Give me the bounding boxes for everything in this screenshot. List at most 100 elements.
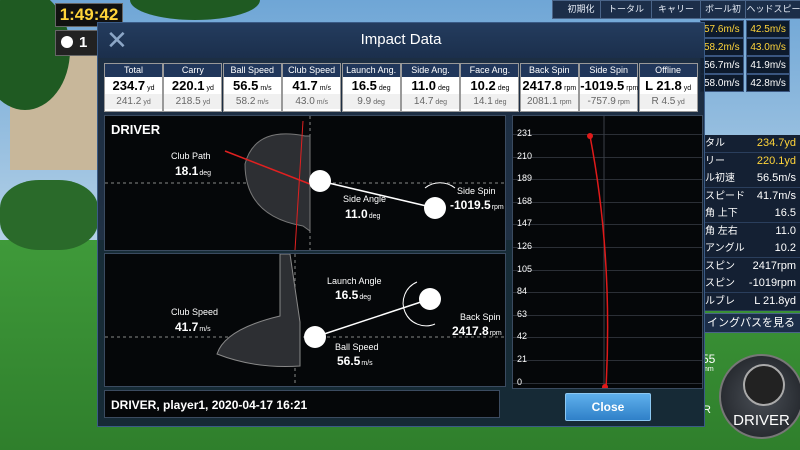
side-data-row: 角 左右 11.0: [703, 222, 800, 241]
stat-previous: 2081.1 rpm: [520, 94, 578, 109]
stat-header: Total: [105, 64, 162, 77]
trajectory-panel: 231 210 189 168 147 126 105 84 63 42 21 0: [512, 115, 703, 389]
side-data-row: ル初速 56.5m/s: [703, 170, 800, 188]
stat-header: Side Spin: [580, 64, 638, 77]
side-data-value: 220.1yd: [756, 154, 796, 167]
speed-row: 57.6m/s 42.5m/s: [700, 20, 790, 38]
side-data-row: 角 上下 16.5: [703, 205, 800, 223]
stat-current: 220.1 yd: [171, 78, 214, 93]
side-data-label: スピン: [705, 260, 735, 272]
golf-ball-end: [424, 197, 446, 219]
side-angle-value: 11.0deg: [345, 207, 381, 221]
stat-header: Side Ang.: [402, 64, 459, 77]
close-button[interactable]: Close: [565, 393, 651, 421]
side-data-row: スピン 2417rpm: [703, 257, 800, 276]
side-data-value: L 21.8yd: [754, 294, 796, 307]
stat-previous: 218.5 yd: [164, 94, 222, 109]
stat-current: 2417.8 rpm: [522, 78, 577, 93]
stat-previous: 14.7 deg: [402, 94, 459, 109]
stat-previous: R 4.5 yd: [639, 94, 697, 109]
club-path-panel: DRIVER Club Path 18.1deg Side Angle 11.0…: [104, 115, 506, 251]
stat-header: Offline: [639, 64, 697, 77]
side-data-value: 11.0: [775, 224, 796, 237]
stat-current: 16.5 deg: [351, 78, 391, 93]
side-spin-value: -1019.5rpm: [450, 198, 504, 212]
stat-current: 41.7 m/s: [292, 78, 331, 93]
launch-angle-value: 16.5deg: [335, 288, 372, 302]
club-speed-value: 41.7m/s: [175, 320, 211, 334]
stat-header: Carry: [164, 64, 222, 77]
tab-total[interactable]: トータル: [600, 0, 652, 19]
club-path-value: 18.1deg: [175, 164, 212, 178]
tab-head-speed[interactable]: ヘッドスピード: [745, 0, 800, 31]
stat-column: Back Spin 2417.8 rpm 2081.1 rpm: [519, 63, 579, 112]
driver-head-side: [216, 254, 301, 367]
tab-ball-speed[interactable]: ボール初速: [700, 0, 746, 31]
stat-previous: 241.2 yd: [105, 94, 162, 109]
club-select-label: DRIVER: [733, 412, 790, 429]
impact-stats-table: Total 234.7 yd 241.2 yd Carry 220.1 yd 218.5…: [104, 63, 698, 112]
side-data-row: リー 220.1yd: [703, 152, 800, 171]
golf-ball: [304, 326, 326, 348]
stat-column: Face Ang. 10.2 deg 14.1 deg: [460, 63, 520, 112]
side-data-label: 角 上下: [705, 208, 738, 219]
stat-column: Offline L 21.8 yd R 4.5 yd: [638, 63, 698, 112]
driver-club-icon: [743, 364, 785, 406]
trajectory-line: [587, 116, 609, 388]
landing-point: [587, 133, 593, 139]
tab-carry[interactable]: キャリー: [651, 0, 701, 19]
stat-header: Launch Ang.: [342, 64, 400, 77]
stat-column: Ball Speed 56.5 m/s 58.2 m/s: [222, 63, 282, 112]
stat-current: 11.0 deg: [411, 78, 450, 93]
stat-header: Face Ang.: [461, 64, 519, 77]
side-angle-label: Side Angle: [343, 194, 387, 204]
stat-header: Back Spin: [520, 64, 578, 77]
side-data-label: ル初速: [705, 173, 735, 184]
close-x-icon[interactable]: ✕: [106, 25, 136, 55]
stat-current: 56.5 m/s: [233, 78, 272, 93]
side-data-value: -1019rpm: [748, 277, 796, 289]
side-data-label: 角 左右: [705, 225, 738, 237]
side-data-value: 10.2: [774, 242, 796, 254]
modal-title: Impact Data: [98, 23, 704, 58]
bushes: [0, 180, 98, 250]
ball-icon: [61, 36, 73, 48]
side-data-value: 41.7m/s: [756, 189, 796, 202]
stat-previous: 58.2 m/s: [223, 94, 281, 109]
side-data-label: リー: [705, 155, 725, 167]
swing-path-button[interactable]: イングパスを見る: [700, 313, 800, 333]
stat-previous: -757.9 rpm: [580, 94, 638, 109]
ball-counter: 1: [55, 30, 102, 56]
side-data-value: 234.7yd: [756, 137, 796, 149]
stat-current: -1019.5 rpm: [580, 78, 639, 93]
stat-current: L 21.8 yd: [645, 78, 692, 93]
stat-column: Side Ang. 11.0 deg 14.7 deg: [401, 63, 460, 112]
side-data-row: アングル 10.2: [703, 240, 800, 258]
club-speed-label: Club Speed: [171, 307, 219, 317]
club-select-button[interactable]: DRIVER: [719, 354, 800, 439]
impact-data-modal: Impact Data ✕ Total 234.7 yd 241.2 yd Carry…: [97, 22, 705, 427]
side-data-row: ルブレ L 21.8yd: [703, 292, 800, 311]
stat-previous: 9.9 deg: [342, 94, 400, 109]
speed-row: 56.7m/s 41.9m/s: [700, 56, 790, 74]
stat-column: Total 234.7 yd 241.2 yd: [104, 63, 163, 112]
launch-line: [314, 298, 431, 338]
launch-angle-label: Launch Angle: [327, 276, 382, 286]
stat-column: Launch Ang. 16.5 deg 9.9 deg: [341, 63, 401, 112]
club-path-label: Club Path: [171, 151, 211, 161]
back-spin-value: 2417.8rpm: [452, 324, 502, 338]
golf-ball-end: [419, 288, 441, 310]
ball-speed-label: Ball Speed: [335, 342, 379, 352]
side-data-label: スピン: [705, 278, 735, 289]
stat-column: Side Spin -1019.5 rpm -757.9 rpm: [579, 63, 638, 112]
stat-previous: 43.0 m/s: [283, 94, 341, 109]
side-spin-label: Side Spin: [457, 186, 496, 196]
side-data-value: 16.5: [774, 207, 796, 219]
stat-header: Club Speed: [283, 64, 341, 77]
speed-row: 58.0m/s 42.8m/s: [700, 74, 790, 92]
speed-row: 58.2m/s 43.0m/s: [700, 38, 790, 56]
ball-speed-value: 56.5m/s: [337, 354, 373, 368]
launch-diagram: [105, 254, 505, 386]
tee-point: [602, 384, 608, 388]
stat-column: Club Speed 41.7 m/s 43.0 m/s: [282, 63, 342, 112]
